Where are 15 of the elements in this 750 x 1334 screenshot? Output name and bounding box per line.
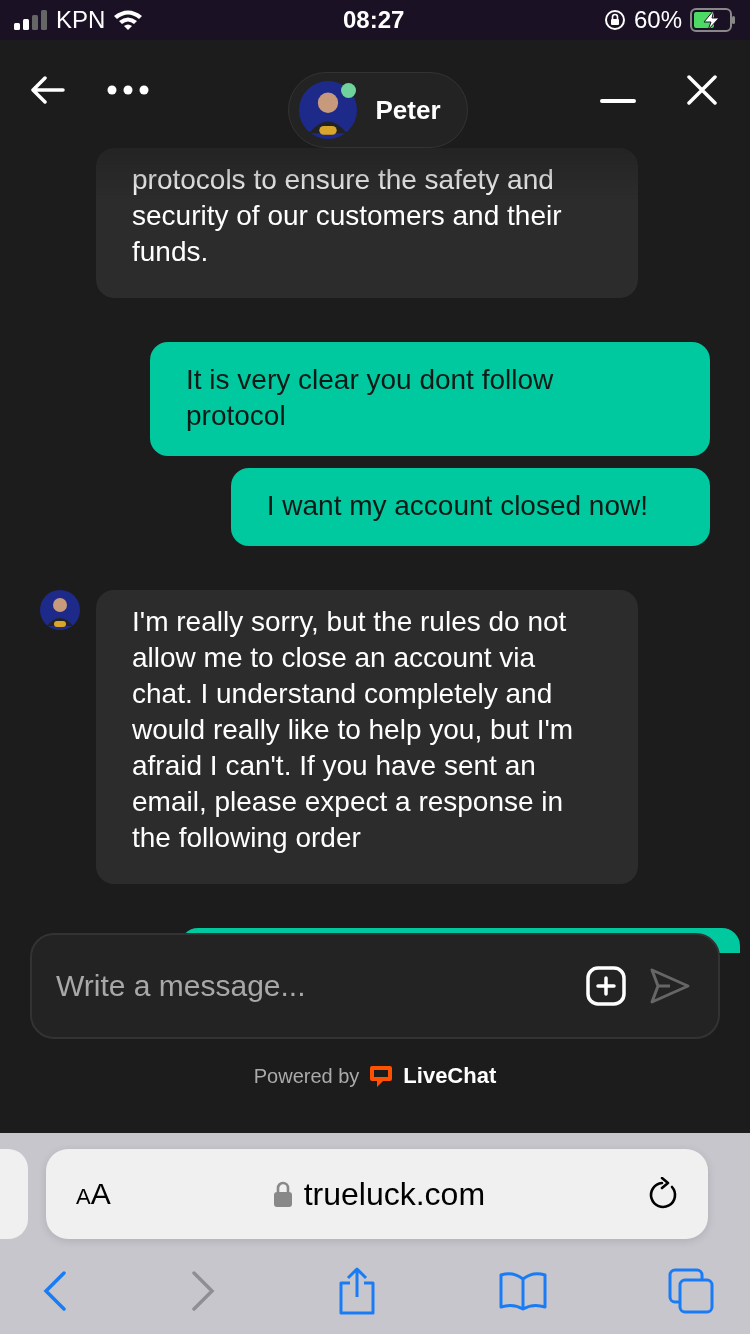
carrier-name: KPN: [56, 6, 106, 34]
message-bubble: protocols to ensure the safety and security of our customers and their funds.: [96, 148, 638, 298]
message-bubble: I'm really sorry, but the rules do not allow me to close an account via chat. I understand completely and would really like to help you, but I'm afraid I can't. If you have sent an email, please expect a response in the following order: [96, 590, 638, 884]
url-text: trueluck.com: [303, 1175, 486, 1213]
clock-time: 08:27: [342, 6, 405, 34]
message-bubble: I want my account closed now!: [230, 468, 710, 546]
text-size-button[interactable]: AA: [76, 1177, 111, 1211]
message-input[interactable]: Write a message...: [54, 968, 562, 1004]
address-bar[interactable]: AA trueluck.com: [46, 1149, 708, 1239]
message-bubble: It is very clear you dont follow protocol: [150, 342, 710, 456]
livechat-brand[interactable]: LiveChat: [403, 1063, 497, 1089]
message-field[interactable]: Write a message...: [30, 933, 720, 1039]
agent-name: Peter: [375, 94, 441, 126]
powered-by-label: Powered by: [253, 1064, 360, 1088]
battery-percentage: 60%: [633, 6, 682, 34]
